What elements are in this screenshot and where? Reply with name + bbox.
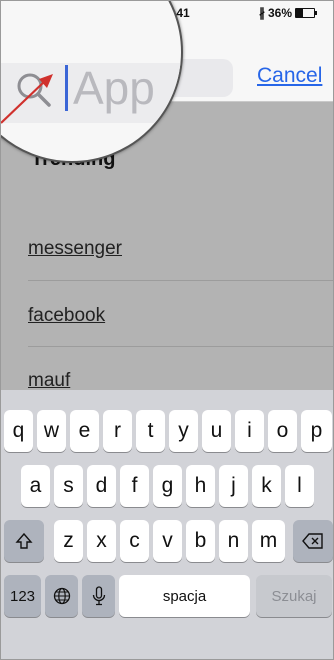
annotation-arrow [1, 74, 53, 124]
phone-screen: 19:41 ∦ 36% e Cancel Trending messenger … [0, 0, 334, 660]
